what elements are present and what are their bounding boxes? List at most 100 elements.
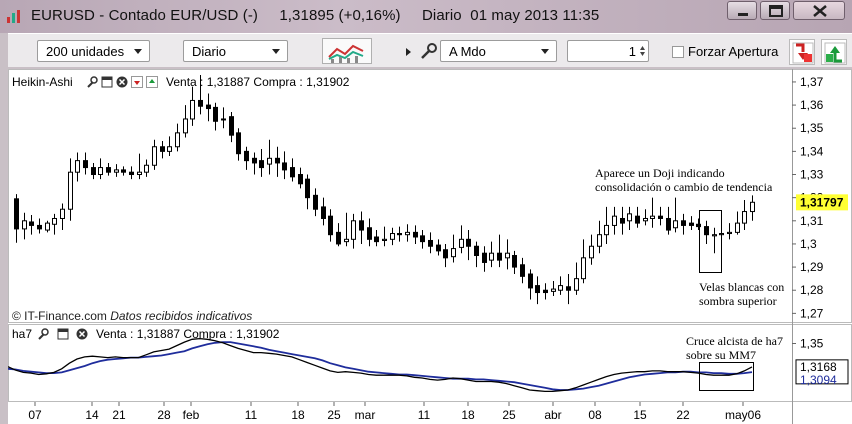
- candle-body-down: [244, 150, 249, 162]
- buy-button[interactable]: [821, 39, 847, 65]
- candle-body-down: [259, 160, 264, 169]
- spinner-arrows-icon[interactable]: [640, 45, 645, 57]
- cruce-annotation-line2: sobre su MM7: [686, 348, 757, 362]
- candle: [60, 203, 65, 231]
- cruce-annotation: Cruce alcista de ha7 sobre su MM7: [686, 334, 783, 362]
- maximize-button[interactable]: [760, 1, 790, 20]
- candle: [397, 226, 402, 242]
- ha7-line: [8, 337, 753, 393]
- candle-body-down: [566, 286, 571, 291]
- candle: [535, 276, 540, 305]
- candle-body-up: [68, 171, 73, 210]
- sell-button[interactable]: [789, 39, 815, 65]
- minimize-button[interactable]: [727, 1, 757, 20]
- close-window-button[interactable]: [793, 1, 845, 20]
- candle-body-up: [221, 118, 226, 121]
- candle: [528, 269, 533, 300]
- candle: [175, 123, 180, 152]
- quantity-stepper[interactable]: 1: [567, 40, 649, 62]
- candle: [420, 230, 425, 249]
- order-mode-select[interactable]: A Mdo: [440, 40, 557, 62]
- order-mode-value: A Mdo: [449, 44, 486, 59]
- candle-body-down: [106, 167, 111, 173]
- settings-wrench-button[interactable]: [418, 40, 438, 62]
- candle-body-up: [451, 248, 456, 258]
- candle: [689, 216, 694, 231]
- candle: [152, 139, 157, 170]
- candle: [206, 93, 211, 122]
- wrench-icon[interactable]: [86, 76, 98, 88]
- price-tick-label: 1,3: [800, 237, 817, 251]
- candle-body-up: [22, 220, 27, 230]
- candle-body-down: [229, 116, 234, 136]
- doji-highlight-box: [699, 210, 722, 273]
- wrench-icon[interactable]: [37, 328, 49, 340]
- period-select[interactable]: Diario: [183, 40, 288, 62]
- price-chart[interactable]: 1,371,361,351,341,331,321,311,31,291,281…: [8, 69, 852, 424]
- trading-toolbar: 200 unidades Diario A Mdo 1 Forzar Apert…: [8, 33, 852, 67]
- close-icon[interactable]: [76, 328, 88, 340]
- candle-body-up: [750, 201, 755, 213]
- candle: [681, 213, 686, 235]
- copyright-notice: © IT-Finance.com Datos recibidos indicat…: [12, 309, 252, 323]
- candle: [229, 112, 234, 143]
- candle-body-up: [382, 238, 387, 241]
- window-icon[interactable]: [57, 328, 69, 340]
- close-icon[interactable]: [116, 76, 128, 88]
- x-axis-label: 18: [291, 408, 305, 422]
- candle: [405, 224, 410, 242]
- candle-body-down: [443, 249, 448, 259]
- candle-body-up: [75, 160, 80, 173]
- doji-annotation: Aparece un Doji indicando consolidación …: [595, 166, 772, 194]
- candle-body-up: [727, 231, 732, 235]
- candle: [466, 230, 471, 261]
- candle-body-up: [152, 146, 157, 166]
- velas-annotation-line1: Velas blancas con: [699, 280, 785, 294]
- doji-annotation-line1: Aparece un Doji indicando: [595, 166, 725, 180]
- candle-body-down: [397, 233, 402, 236]
- period-select-value: Diario: [192, 44, 226, 59]
- candle: [367, 218, 372, 247]
- candle: [98, 158, 103, 180]
- chart-area: 1,371,361,351,341,331,321,311,31,291,281…: [8, 69, 852, 424]
- candle: [428, 232, 433, 254]
- candle-body-down: [305, 178, 310, 199]
- cruce-annotation-line1: Cruce alcista de ha7: [686, 334, 783, 348]
- candle: [374, 230, 379, 247]
- candle: [489, 241, 494, 268]
- expand-arrow-icon[interactable]: [406, 48, 411, 56]
- candle-body-down: [236, 132, 241, 155]
- candle-body-down: [497, 252, 502, 261]
- candle: [236, 128, 241, 161]
- indicators-button[interactable]: [322, 38, 372, 64]
- candle: [22, 212, 27, 240]
- candle-body-down: [704, 226, 709, 236]
- copyright-text: © IT-Finance.com: [12, 309, 107, 323]
- price-tick-label: 1,33: [800, 168, 824, 182]
- candle: [658, 206, 663, 226]
- candle-body-up: [175, 132, 180, 148]
- candle: [459, 225, 464, 254]
- candle-body-up: [267, 157, 272, 165]
- move-up-icon[interactable]: [146, 76, 158, 88]
- candle-body-down: [359, 220, 364, 231]
- forzar-apertura-checkbox[interactable]: [672, 46, 684, 58]
- move-down-icon[interactable]: [131, 76, 143, 88]
- candle: [436, 239, 441, 256]
- candle-body-down: [520, 264, 525, 277]
- candle-body-up: [114, 169, 119, 173]
- x-axis-label: 18: [461, 408, 475, 422]
- units-select[interactable]: 200 unidades: [37, 40, 150, 62]
- candle-body-down: [14, 198, 19, 230]
- window-icon[interactable]: [101, 76, 113, 88]
- candle: [382, 226, 387, 247]
- sub-tick-label: 1,35: [800, 336, 824, 350]
- data-notice-text: Datos recibidos indicativos: [110, 309, 253, 323]
- candle: [183, 105, 188, 138]
- candle: [213, 102, 218, 131]
- candle: [635, 206, 640, 228]
- x-axis-label: 25: [327, 408, 341, 422]
- candle-body-down: [689, 222, 694, 226]
- candle-body-up: [183, 118, 188, 134]
- window-title: EURUSD - Contado EUR/USD (-) 1,31895 (+0…: [31, 7, 600, 24]
